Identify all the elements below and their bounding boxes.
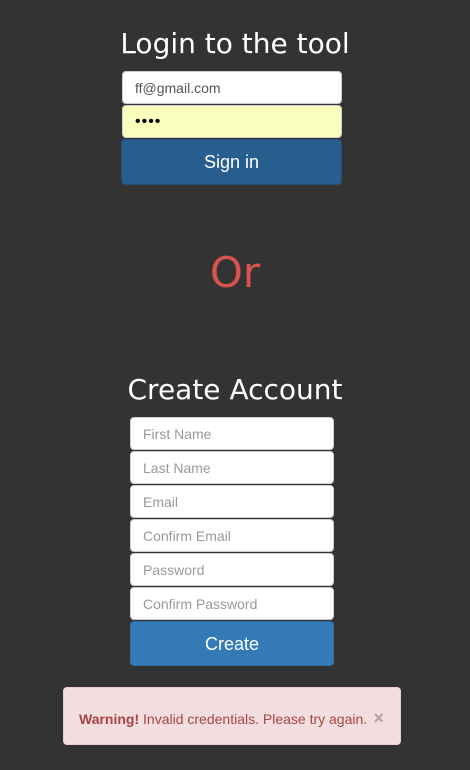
- sign-in-button[interactable]: Sign in: [121, 139, 342, 185]
- first-name-input[interactable]: [130, 417, 334, 450]
- alert-strong: Warning!: [79, 711, 140, 727]
- login-email-input[interactable]: [122, 71, 342, 104]
- create-button[interactable]: Create: [130, 621, 334, 666]
- email-input[interactable]: [130, 485, 334, 518]
- last-name-input[interactable]: [130, 451, 334, 484]
- login-password-input[interactable]: [122, 105, 342, 138]
- login-title: Login to the tool: [120, 27, 350, 60]
- confirm-password-input[interactable]: [130, 587, 334, 620]
- warning-alert: Warning! Invalid credentials. Please try…: [63, 687, 401, 745]
- alert-message: Invalid credentials. Please try again.: [139, 711, 368, 727]
- alert-text: Warning! Invalid credentials. Please try…: [79, 711, 367, 727]
- or-separator: Or: [209, 248, 261, 297]
- confirm-email-input[interactable]: [130, 519, 334, 552]
- close-icon[interactable]: ×: [373, 708, 384, 728]
- create-account-title: Create Account: [127, 373, 343, 406]
- password-input[interactable]: [130, 553, 334, 586]
